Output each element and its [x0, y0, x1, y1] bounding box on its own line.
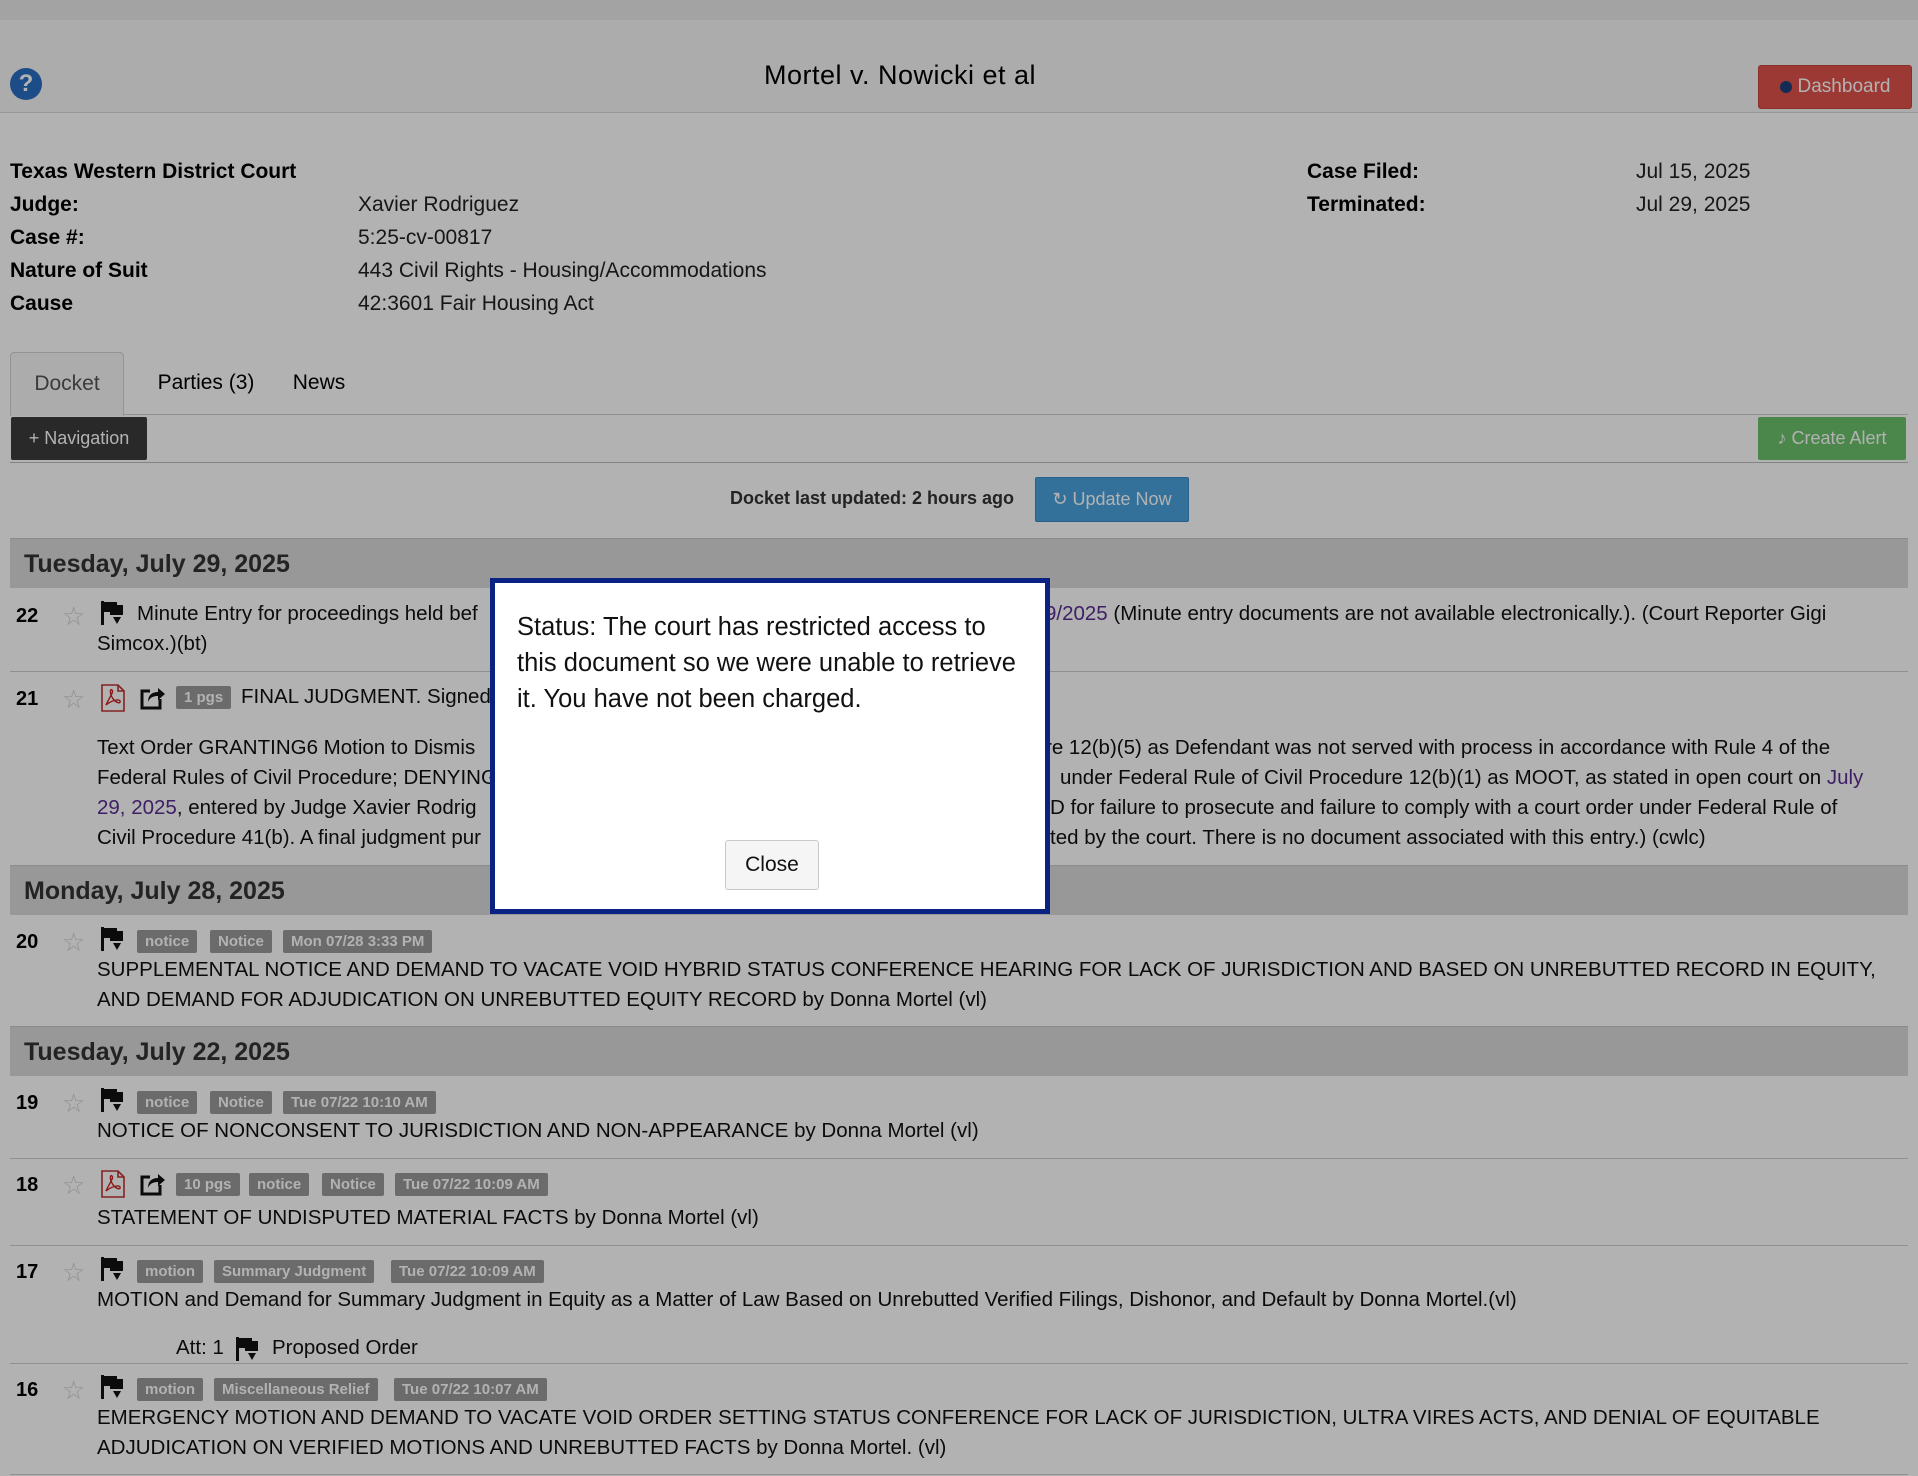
modal-message: Status: The court has restricted access … [517, 613, 1016, 713]
status-modal: Status: The court has restricted access … [490, 578, 1050, 914]
close-button[interactable]: Close [725, 840, 819, 890]
app-root: ? Mortel v. Nowicki et al Dashboard Texa… [0, 0, 1918, 1476]
